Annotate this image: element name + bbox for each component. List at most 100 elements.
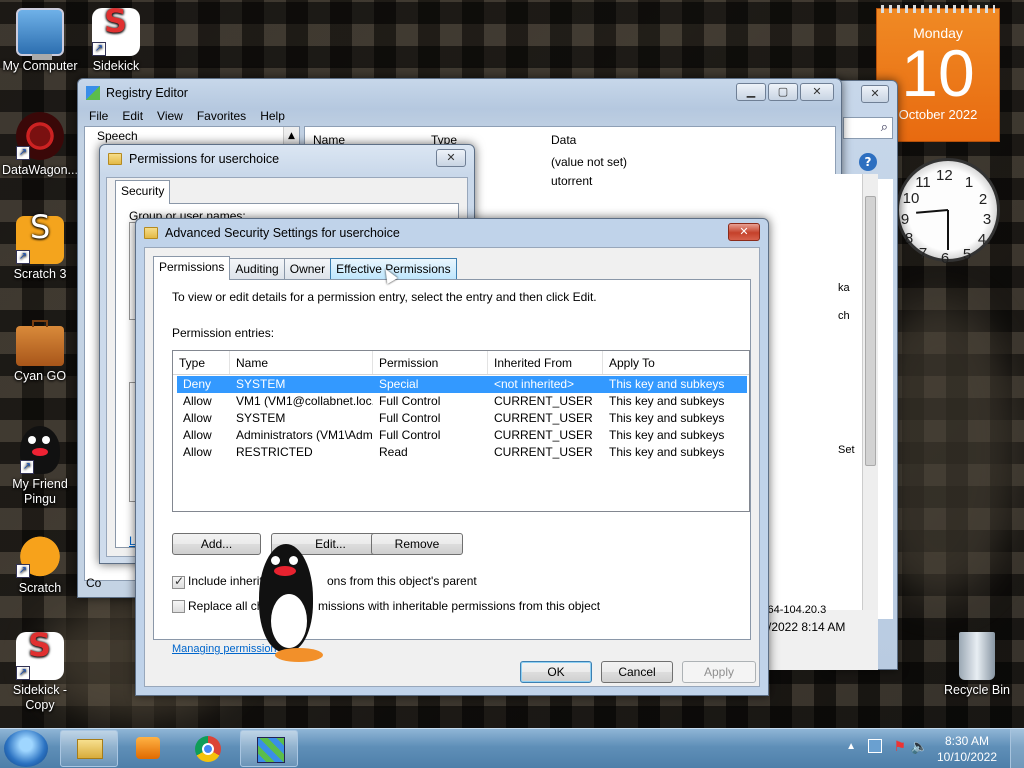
tab-panel: To view or edit details for a permission… [153, 279, 751, 655]
desktop-icon-scratch[interactable]: ↗ Scratch [0, 530, 80, 596]
dialog-title: Advanced Security Settings for userchoic… [165, 226, 400, 240]
computer-icon [16, 8, 64, 60]
menu-bar: File Edit View Favorites Help [82, 107, 292, 125]
tab-auditing[interactable]: Auditing [229, 258, 285, 279]
title-bar[interactable]: Registry Editor [78, 79, 841, 107]
desktop-icon-label: Scratch 3 [13, 267, 67, 281]
start-orb-icon[interactable] [4, 730, 48, 767]
action-center-icon[interactable]: ⚑ [893, 738, 906, 755]
permission-entries-list[interactable]: Type Name Permission Inherited From Appl… [172, 350, 750, 512]
close-icon[interactable]: ✕ [861, 85, 889, 103]
show-desktop-button[interactable] [1010, 729, 1024, 768]
close-button[interactable]: ✕ [800, 83, 834, 101]
column-name[interactable]: Name [230, 351, 373, 374]
menu-view[interactable]: View [150, 107, 190, 125]
table-row[interactable]: Deny SYSTEM Special <not inherited> This… [177, 376, 747, 393]
clock-number: 6 [940, 250, 950, 267]
sidekick-icon: S ↗ [16, 629, 64, 680]
column-apply-to[interactable]: Apply To [603, 351, 749, 374]
cell-inherited-from: CURRENT_USER [494, 411, 593, 425]
status-panel: x64-104.20.3 /2022 8:14 AM [752, 604, 878, 670]
datawagon-icon: ↗ [16, 112, 64, 160]
taskbar-media-player[interactable] [120, 730, 178, 767]
desktop-icon-sidekick[interactable]: S ↗ Sidekick [76, 5, 156, 74]
title-bar[interactable]: Permissions for userchoice [100, 145, 474, 173]
table-row[interactable]: Allow VM1 (VM1@collabnet.loc... Full Con… [177, 393, 749, 410]
clock-number: 9 [900, 211, 910, 228]
vertical-scrollbar[interactable] [862, 174, 878, 610]
desktop-icon-cyan-go[interactable]: Cyan GO [0, 320, 80, 384]
remove-button[interactable]: Remove [371, 533, 463, 555]
table-row[interactable]: Allow RESTRICTED Read CURRENT_USER This … [177, 444, 749, 461]
search-box[interactable]: ⌕ [843, 117, 893, 139]
maximize-button[interactable]: ▢ [768, 83, 798, 101]
cell-inherited-from: CURRENT_USER [494, 428, 593, 442]
cell-apply-to: This key and subkeys [609, 428, 725, 442]
include-inheritable-checkbox[interactable] [172, 574, 185, 589]
desktop-icon-my-friend-pingu[interactable]: ↗ My Friend Pingu [0, 426, 80, 507]
scroll-up-button[interactable]: ▲ [283, 127, 299, 145]
tab-permissions[interactable]: Permissions [153, 256, 231, 280]
menu-file[interactable]: File [82, 107, 115, 125]
taskbar-explorer[interactable] [60, 730, 118, 767]
taskbar-regedit[interactable] [240, 730, 298, 767]
status-bar: Co [86, 576, 102, 590]
media-player-icon [136, 737, 160, 759]
cell-name: SYSTEM [236, 411, 286, 425]
ok-button[interactable]: OK [520, 661, 592, 683]
taskbar-chrome[interactable] [180, 730, 238, 767]
minimize-button[interactable]: ▁ [736, 83, 766, 101]
advanced-security-dialog[interactable]: Advanced Security Settings for userchoic… [135, 218, 769, 696]
clock[interactable]: 8:30 AM 10/10/2022 [936, 733, 998, 765]
clock-number: 3 [982, 211, 992, 228]
desktop-icon-label: Scratch [18, 581, 62, 595]
tab-strip: Permissions Auditing Owner Effective Per… [153, 256, 457, 280]
desktop-icon-label: Sidekick - Copy [12, 683, 68, 712]
cell-name: RESTRICTED [236, 445, 313, 459]
tree-item-speech[interactable]: Speech [97, 129, 138, 143]
cell-inherited-from: <not inherited> [494, 377, 575, 391]
column-permission[interactable]: Permission [373, 351, 488, 374]
tab-security[interactable]: Security [115, 180, 171, 204]
add-button[interactable]: Add... [172, 533, 261, 555]
cell-name: SYSTEM [236, 377, 286, 391]
close-button[interactable]: ✕ [436, 149, 466, 167]
column-inherited-from[interactable]: Inherited From [488, 351, 603, 374]
cancel-button[interactable]: Cancel [601, 661, 673, 683]
scroll-thumb[interactable] [865, 196, 876, 466]
cell-type: Allow [183, 411, 212, 425]
recycle-bin-icon [959, 632, 995, 680]
pingu-desktop-pet[interactable] [255, 544, 325, 666]
desktop-icon-recycle-bin[interactable]: Recycle Bin [936, 632, 1018, 698]
replace-child-checkbox[interactable] [172, 600, 185, 613]
menu-help[interactable]: Help [253, 107, 292, 125]
desktop-icon-sidekick-copy[interactable]: S ↗ Sidekick - Copy [0, 629, 80, 713]
clock-date: 10/10/2022 [936, 750, 998, 764]
taskbar: ▲ ⚑ 🔈 8:30 AM 10/10/2022 [0, 728, 1024, 768]
help-icon[interactable]: ? [859, 153, 877, 171]
desktop-icon-my-computer[interactable]: My Computer [0, 8, 80, 74]
menu-edit[interactable]: Edit [115, 107, 150, 125]
volume-icon[interactable]: 🔈 [911, 738, 928, 755]
clock-minute-hand [947, 210, 949, 250]
desktop-icon-scratch3[interactable]: S ↗ Scratch 3 [0, 211, 80, 282]
clock-gadget[interactable]: 12 1 2 3 4 5 6 7 8 9 10 11 [896, 158, 1000, 267]
show-hidden-icons-icon[interactable]: ▲ [846, 741, 856, 752]
include-inheritable-label-tail: ons from this object's parent [327, 574, 477, 588]
folder-icon [108, 153, 122, 165]
table-row[interactable]: Allow Administrators (VM1\Admi... Full C… [177, 427, 749, 444]
menu-favorites[interactable]: Favorites [190, 107, 253, 125]
network-icon[interactable] [868, 739, 882, 753]
cell-name: VM1 (VM1@collabnet.loc... [236, 394, 373, 408]
apply-button[interactable]: Apply [682, 661, 756, 683]
close-button[interactable]: ✕ [728, 223, 760, 241]
tab-owner[interactable]: Owner [283, 258, 332, 279]
pingu-icon: ↗ [20, 426, 60, 474]
clock-number: 4 [977, 231, 987, 248]
clock-number: 7 [918, 245, 928, 262]
column-type[interactable]: Type [173, 351, 230, 374]
column-data[interactable]: Data [551, 133, 576, 147]
desktop-icon-datawagon[interactable]: ↗ DataWagon... [0, 112, 80, 178]
table-row[interactable]: Allow SYSTEM Full Control CURRENT_USER T… [177, 410, 749, 427]
title-bar[interactable]: Advanced Security Settings for userchoic… [136, 219, 768, 247]
